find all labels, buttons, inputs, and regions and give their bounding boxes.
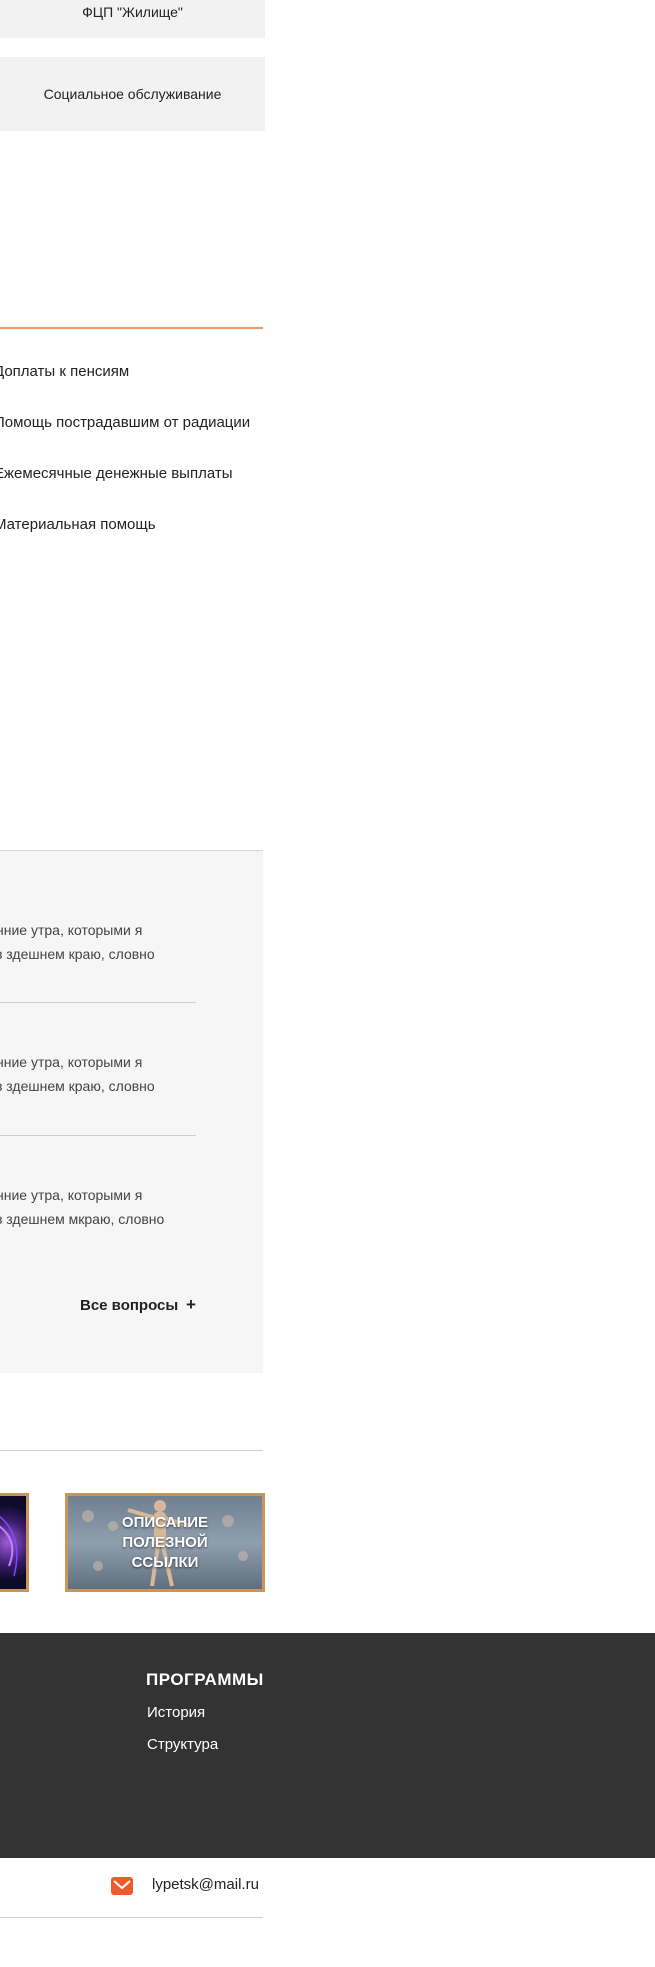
- link-pension-supplements[interactable]: Доплаты к пенсиям: [0, 363, 129, 380]
- abstract-swirl-icon: [0, 1515, 18, 1577]
- menu-item-social-service[interactable]: Социальное обслуживание: [0, 57, 265, 131]
- menu-item-zhilische[interactable]: ФЦП "Жилище": [0, 0, 265, 38]
- contact-email[interactable]: lypetsk@mail.ru: [152, 1876, 259, 1893]
- faq-item-line: нние утра, которыми я: [0, 1054, 143, 1070]
- faq-item-line: з здешнем краю, словно: [0, 1078, 155, 1094]
- faq-item[interactable]: нние утра, которыми я з здешнем краю, сл…: [0, 918, 155, 966]
- banner-caption-line: ОПИСАНИЕ: [121, 1514, 209, 1531]
- footer: [0, 1633, 655, 1858]
- faq-separator: [0, 1002, 196, 1003]
- menu-item-label: ФЦП "Жилище": [82, 4, 183, 20]
- faq-item-line: з здешнем мкраю, словно: [0, 1211, 165, 1227]
- footer-divider: [0, 1917, 263, 1918]
- faq-item-line: нние утра, которыми я: [0, 1187, 143, 1203]
- faq-item[interactable]: нние утра, которыми я з здешнем краю, сл…: [0, 1050, 155, 1098]
- menu-item-label: Социальное обслуживание: [43, 86, 222, 102]
- footer-link-structure[interactable]: Структура: [147, 1736, 218, 1753]
- faq-item-line: з здешнем краю, словно: [0, 946, 155, 962]
- section-divider: [0, 327, 263, 329]
- mail-icon[interactable]: [111, 1877, 133, 1895]
- faq-item-line: нние утра, которыми я: [0, 922, 143, 938]
- link-radiation-help[interactable]: Помощь пострадавшим от радиации: [0, 414, 250, 431]
- footer-programs-title: ПРОГРАММЫ: [146, 1670, 264, 1689]
- envelope-shape: [113, 1880, 131, 1890]
- section-divider: [0, 1450, 263, 1451]
- banner-useful-link[interactable]: ОПИСАНИЕ ПОЛЕЗНОЙ ССЫЛКИ: [65, 1493, 265, 1592]
- banner-caption: ОПИСАНИЕ ПОЛЕЗНОЙ ССЫЛКИ: [68, 1513, 262, 1573]
- plus-icon[interactable]: +: [186, 1295, 196, 1315]
- link-material-help[interactable]: Материальная помощь: [0, 516, 156, 533]
- banner-caption-line: ПОЛЕЗНОЙ: [122, 1534, 208, 1551]
- banner-link-left[interactable]: [0, 1493, 29, 1592]
- faq-item[interactable]: нние утра, которыми я з здешнем мкраю, с…: [0, 1183, 164, 1231]
- footer-link-history[interactable]: История: [147, 1704, 205, 1721]
- faq-separator: [0, 1135, 196, 1136]
- banner-caption-line: ССЫЛКИ: [131, 1554, 199, 1571]
- link-monthly-payments[interactable]: Ежемесячные денежные выплаты: [0, 465, 233, 482]
- all-questions-link[interactable]: Все вопросы: [80, 1297, 178, 1314]
